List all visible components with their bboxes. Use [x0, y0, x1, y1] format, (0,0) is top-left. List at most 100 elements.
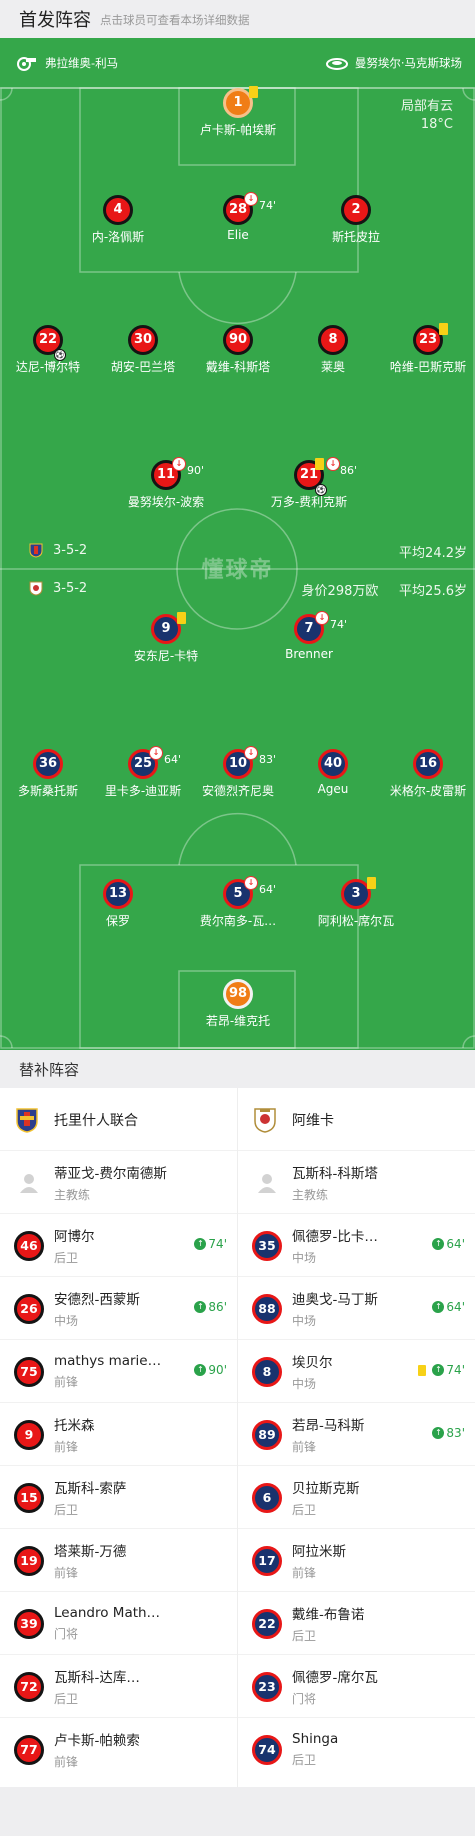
- player-away-def-left[interactable]: 13 保罗: [58, 879, 178, 929]
- coach-name: 瓦斯科-科斯塔: [292, 1166, 378, 1182]
- away-sub-row[interactable]: 23 佩德罗-席尔瓦 门将: [238, 1655, 475, 1718]
- player-position: 中场: [292, 1377, 317, 1391]
- yellow-card-icon: [315, 458, 324, 470]
- away-sub-row[interactable]: 88 迪奥戈-马丁斯 中场 ↑ 64': [238, 1277, 475, 1340]
- player-away-def-right[interactable]: 3 阿利松-席尔瓦: [296, 877, 416, 929]
- player-position: 后卫: [54, 1692, 79, 1706]
- coach-name: 蒂亚戈-费尔南德斯: [54, 1166, 167, 1182]
- player-name: 托米森: [54, 1418, 95, 1434]
- whistle-icon: [17, 57, 36, 71]
- away-squad-value: 身价298万欧: [301, 584, 379, 599]
- player-away-gk[interactable]: 98 若昂-维克托: [178, 979, 298, 1029]
- sub-minute: 90': [208, 1363, 227, 1377]
- shirt-number: 35: [252, 1230, 282, 1261]
- player-position: 门将: [292, 1692, 317, 1706]
- sub-minute: 74': [446, 1363, 465, 1377]
- shirt-number: 5 ↓ 64': [223, 876, 276, 909]
- home-sub-row[interactable]: 26 安德烈-西蒙斯 中场 ↑ 86': [0, 1277, 237, 1340]
- away-sub-row[interactable]: 89 若昂-马科斯 前锋 ↑ 83': [238, 1403, 475, 1466]
- shirt-number: 39: [14, 1608, 44, 1639]
- player-name: 米格尔-皮雷斯: [389, 784, 467, 798]
- player-name: mathys marie…: [54, 1353, 162, 1369]
- home-sub-row[interactable]: 39 Leandro Math… 门将: [0, 1592, 237, 1655]
- away-sub-row[interactable]: 74 Shinga 后卫: [238, 1718, 475, 1781]
- player-home-def-center[interactable]: 28 ↓ 74' Elie: [178, 192, 298, 242]
- coach-role: 主教练: [54, 1188, 91, 1202]
- player-name: 若昂-维克托: [205, 1014, 271, 1028]
- player-home-fwd-right[interactable]: 21 ↓ 86' ⚽ 万多-费利克斯: [249, 457, 369, 510]
- home-coach-area: 弗拉维奥-利马: [16, 54, 118, 72]
- sub-in-icon: ↑: [432, 1238, 445, 1250]
- home-sub-row[interactable]: 46 阿博尔 后卫 ↑ 74': [0, 1214, 237, 1277]
- sub-in-icon: ↑: [432, 1301, 445, 1313]
- player-away-fwd-right[interactable]: 7 ↓ 74' Brenner: [249, 611, 369, 661]
- player-name: 斯托皮拉: [331, 230, 380, 244]
- home-sub-row[interactable]: 72 瓦斯科-达库… 后卫: [0, 1655, 237, 1718]
- sub-off-icon: ↓: [244, 192, 258, 206]
- player-home-def-left[interactable]: 4 内-洛佩斯: [58, 195, 178, 245]
- lineup-header: 首发阵容 点击球员可查看本场详细数据: [0, 0, 475, 38]
- player-position: 中场: [292, 1314, 317, 1328]
- sub-minute: 74': [208, 1237, 227, 1251]
- shirt-number: 90: [223, 325, 253, 355]
- away-sub-row[interactable]: 35 佩德罗-比卡… 中场 ↑ 64': [238, 1214, 475, 1277]
- player-position: 前锋: [54, 1375, 79, 1389]
- away-team-row: 阿维卡: [238, 1088, 475, 1151]
- player-home-fwd-left[interactable]: 11 ↓ 90' 曼努埃尔-波索: [106, 457, 226, 510]
- away-sub-row[interactable]: 8 埃贝尔中场 ↑ 74': [238, 1340, 475, 1403]
- home-sub-row[interactable]: 15 瓦斯科-索萨 后卫: [0, 1466, 237, 1529]
- player-name: 埃贝尔: [292, 1355, 333, 1371]
- player-away-fwd-left[interactable]: 9 安东尼-卡特: [106, 612, 226, 664]
- player-position: 前锋: [54, 1755, 79, 1769]
- sub-in-event: ↑ 86': [194, 1300, 227, 1314]
- sub-in-event: ↑ 64': [432, 1237, 465, 1251]
- sub-minute: 86': [208, 1300, 227, 1314]
- player-name: Leandro Math…: [54, 1605, 161, 1621]
- shirt-number: 98: [223, 979, 253, 1009]
- shirt-number: 11 ↓ 90': [151, 457, 204, 490]
- shirt-number: 26: [14, 1293, 44, 1324]
- shirt-number: 25 ↓ 64': [128, 746, 181, 779]
- away-value-age: 身价298万欧 平均25.6岁: [302, 580, 467, 599]
- shirt-number: 9: [151, 612, 186, 644]
- player-name: Elie: [227, 228, 249, 242]
- player-home-gk[interactable]: 1 卢卡斯-帕埃斯: [178, 86, 298, 138]
- home-sub-row[interactable]: 77 卢卡斯-帕赖索 前锋: [0, 1718, 237, 1781]
- pitch: 弗拉维奥-利马 曼努埃尔·马克斯球场 局部有云 18°C 懂球帝 3-5-2 平…: [0, 38, 475, 1050]
- sub-off-icon: ↓: [244, 746, 258, 760]
- shirt-number: 19: [14, 1545, 44, 1576]
- shirt-number: 36: [33, 749, 63, 779]
- coach-avatar-icon: [14, 1168, 44, 1198]
- home-coach-row[interactable]: 蒂亚戈-费尔南德斯 主教练: [0, 1151, 237, 1214]
- away-coach-row[interactable]: 瓦斯科-科斯塔 主教练: [238, 1151, 475, 1214]
- home-sub-row[interactable]: 75 mathys marie… 前锋 ↑ 90': [0, 1340, 237, 1403]
- player-name: 贝拉斯克斯: [292, 1481, 360, 1497]
- away-sub-row[interactable]: 17 阿拉米斯 前锋: [238, 1529, 475, 1592]
- weather-temperature: 18°C: [420, 117, 453, 132]
- sub-in-event: ↑ 74': [418, 1363, 465, 1377]
- home-team-row: 托里什人联合: [0, 1088, 237, 1151]
- player-name: 阿利松-席尔瓦: [317, 914, 395, 928]
- coach-role: 主教练: [292, 1188, 329, 1202]
- away-sub-row[interactable]: 6 贝拉斯克斯 后卫: [238, 1466, 475, 1529]
- player-home-mid-5[interactable]: 23 哈维-巴斯克斯: [368, 323, 475, 375]
- sub-minute: 83': [446, 1426, 465, 1440]
- sub-in-event: ↑ 90': [194, 1363, 227, 1377]
- player-name: 内-洛佩斯: [91, 230, 145, 244]
- sub-in-icon: ↑: [194, 1238, 207, 1250]
- yellow-card-icon: [249, 86, 258, 98]
- player-away-mid-5[interactable]: 16 米格尔-皮雷斯: [368, 749, 475, 799]
- player-position: 后卫: [292, 1503, 317, 1517]
- player-away-def-center[interactable]: 5 ↓ 64' 费尔南多-瓦…: [178, 876, 298, 929]
- shirt-number: 74: [252, 1734, 282, 1765]
- shirt-number: 8: [252, 1356, 282, 1387]
- away-sub-row[interactable]: 22 戴维-布鲁诺 后卫: [238, 1592, 475, 1655]
- player-home-def-right[interactable]: 2 斯托皮拉: [296, 195, 416, 245]
- sub-minute: 86': [340, 464, 358, 477]
- weather-info: 局部有云 18°C: [401, 98, 453, 134]
- yellow-card-icon: [367, 877, 376, 889]
- shirt-number: 23: [413, 323, 448, 355]
- home-sub-row[interactable]: 19 塔莱斯-万德 前锋: [0, 1529, 237, 1592]
- player-position: 后卫: [54, 1503, 79, 1517]
- home-sub-row[interactable]: 9 托米森 前锋: [0, 1403, 237, 1466]
